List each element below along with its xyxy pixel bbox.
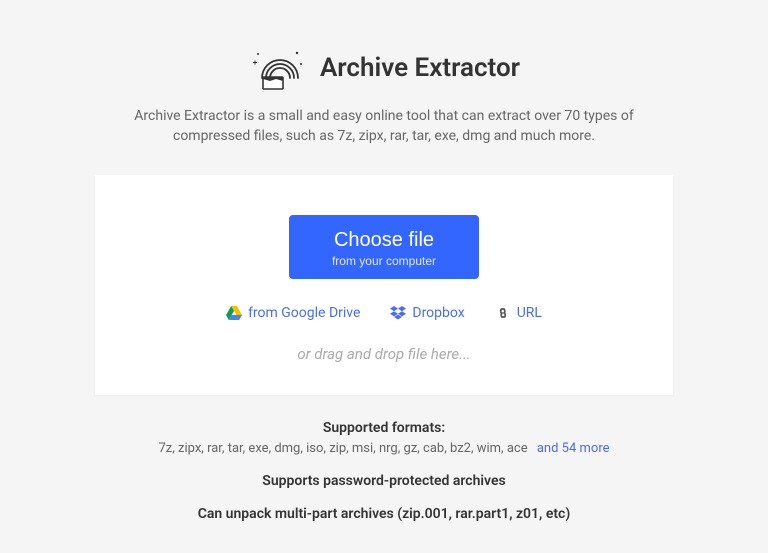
more-formats-link[interactable]: and 54 more — [537, 441, 610, 456]
google-drive-link[interactable]: from Google Drive — [226, 305, 360, 321]
page-title: Archive Extractor — [320, 53, 520, 83]
dropbox-link[interactable]: Dropbox — [390, 305, 464, 321]
logo-icon — [248, 44, 306, 92]
google-drive-icon — [226, 306, 242, 320]
source-links: from Google Drive Dropbox — [226, 305, 542, 321]
password-support-line: Supports password-protected archives — [158, 470, 609, 492]
google-drive-label: from Google Drive — [248, 305, 360, 321]
multipart-support-line: Can unpack multi-part archives (zip.001,… — [158, 503, 609, 525]
link-icon — [495, 306, 511, 320]
dropbox-label: Dropbox — [412, 305, 464, 321]
choose-file-button[interactable]: Choose file from your computer — [289, 215, 479, 279]
header: Archive Extractor — [248, 44, 520, 92]
page-subtitle: Archive Extractor is a small and easy on… — [134, 106, 634, 147]
dropbox-icon — [390, 306, 406, 320]
url-label: URL — [517, 305, 542, 321]
upload-card: Choose file from your computer from Goog… — [95, 175, 673, 395]
url-link[interactable]: URL — [495, 305, 542, 321]
choose-file-sublabel: from your computer — [329, 254, 439, 268]
drop-hint: or drag and drop file here... — [297, 345, 470, 363]
footer: Supported formats: 7z, zipx, rar, tar, e… — [158, 417, 609, 525]
choose-file-label: Choose file — [329, 228, 439, 252]
supported-formats-heading: Supported formats: — [158, 417, 609, 439]
formats-list: 7z, zipx, rar, tar, exe, dmg, iso, zip, … — [158, 441, 527, 456]
